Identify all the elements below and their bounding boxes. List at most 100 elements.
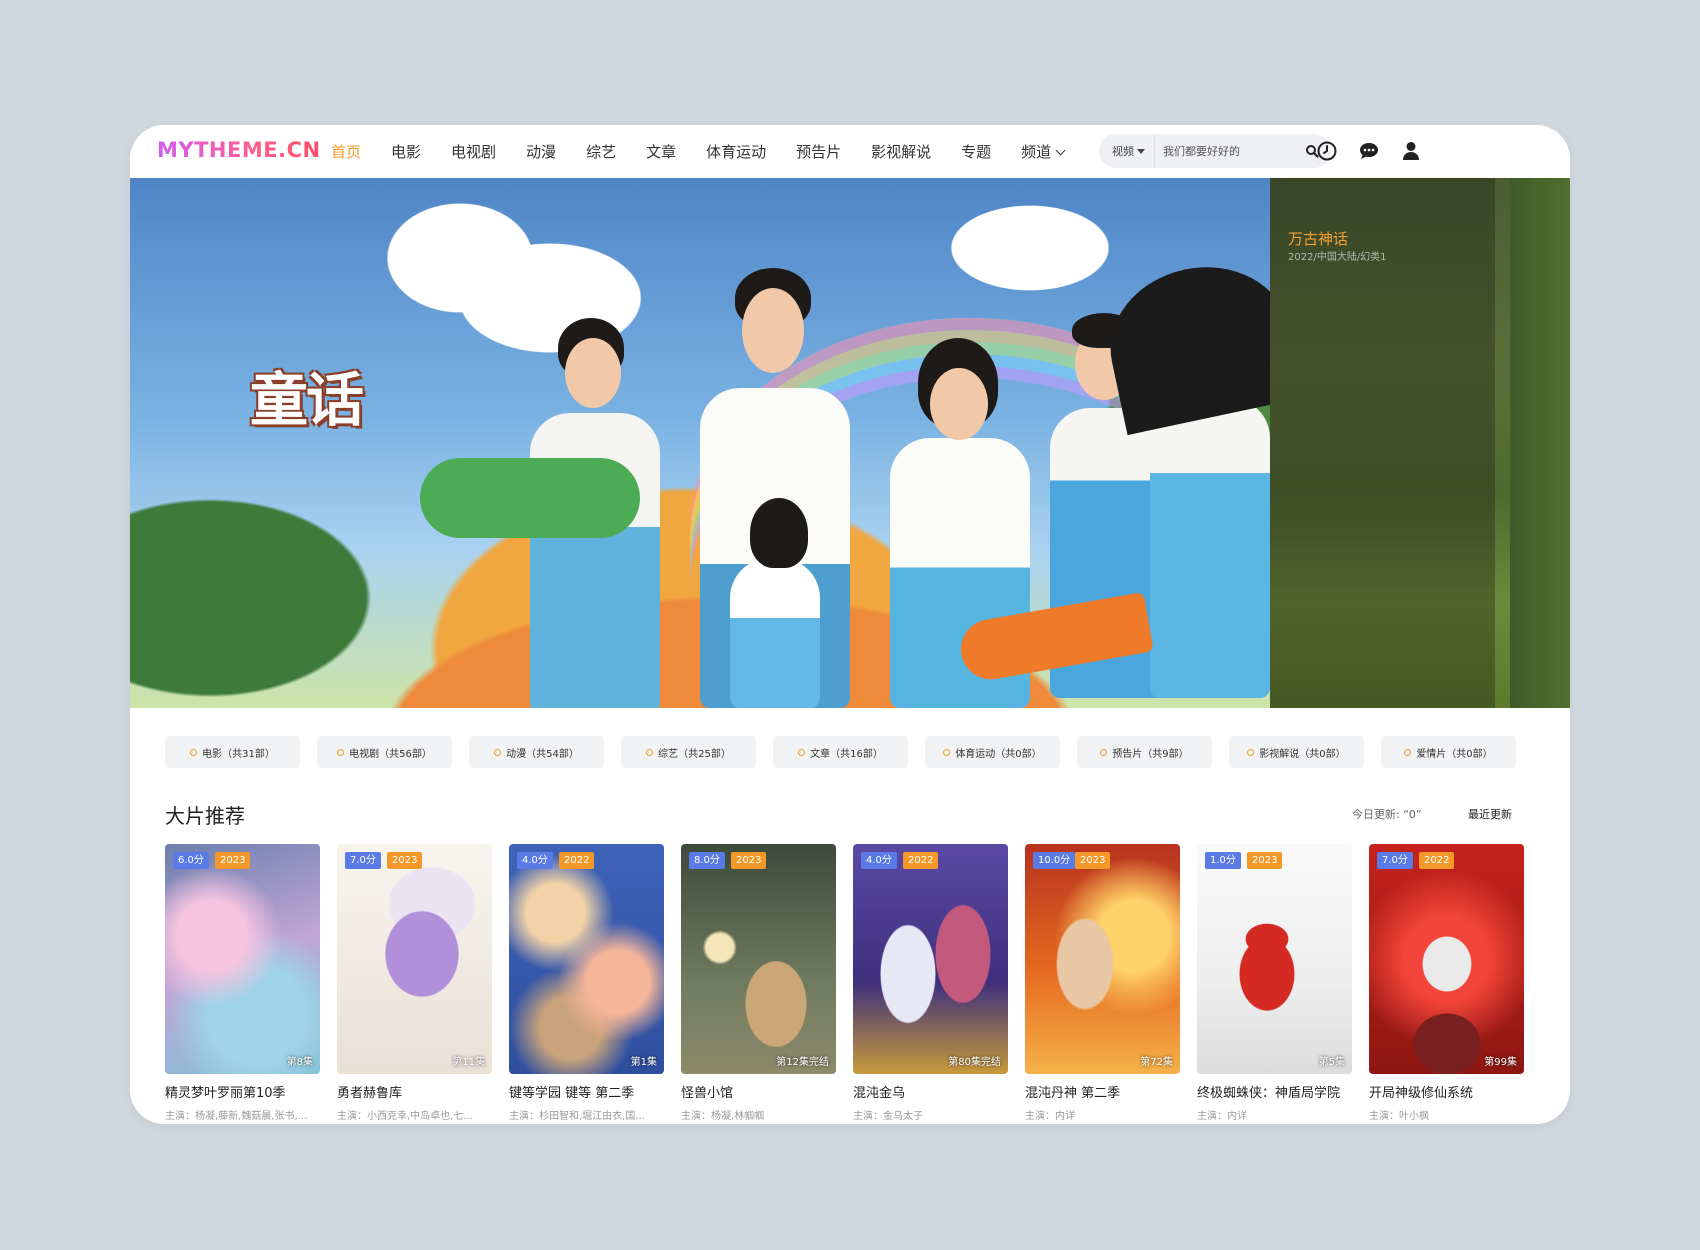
poster-image [337, 844, 492, 1074]
chat-icon[interactable] [1357, 139, 1381, 163]
search-category-select[interactable]: 视频 [1099, 143, 1154, 159]
circle-icon [798, 748, 806, 756]
category-romance[interactable]: 爱情片（共0部） [1381, 736, 1516, 768]
poster-image [509, 844, 664, 1074]
nav-tv[interactable]: 电视剧 [451, 141, 496, 162]
score-badge: 7.0分 [1377, 852, 1413, 869]
poster[interactable]: 1.0分 2023 第5集 [1197, 844, 1352, 1074]
nav-home[interactable]: 首页 [331, 141, 361, 162]
nav-variety[interactable]: 综艺 [586, 141, 616, 162]
card-title[interactable]: 开局神级修仙系统 [1369, 1082, 1524, 1101]
site-header: MYTHEME.CN 首页 电影 电视剧 动漫 综艺 文章 体育运动 预告片 影… [130, 125, 1570, 178]
search-input[interactable] [1155, 144, 1295, 158]
site-logo[interactable]: MYTHEME.CN [157, 138, 321, 162]
year-badge: 2023 [215, 852, 251, 869]
year-badge: 2022 [903, 852, 939, 869]
poster-image [165, 844, 320, 1074]
category-articles[interactable]: 文章（共16部） [773, 736, 908, 768]
score-badge: 7.0分 [345, 852, 381, 869]
circle-icon [646, 748, 654, 756]
card-title[interactable]: 终极蜘蛛侠：神盾局学院 [1197, 1082, 1352, 1101]
card-title[interactable]: 怪兽小馆 [681, 1082, 836, 1101]
poster[interactable]: 10.0分 2023 第72集 [1025, 844, 1180, 1074]
category-sports[interactable]: 体育运动（共0部） [925, 736, 1060, 768]
media-card[interactable]: 7.0分 2022 第99集 开局神级修仙系统 主演：叶小枫 [1369, 844, 1524, 1122]
tree-graphic [1510, 178, 1570, 708]
nav-channels[interactable]: 频道 [1021, 141, 1066, 162]
circle-icon [494, 748, 502, 756]
category-bar: 电影（共31部） 电视剧（共56部） 动漫（共54部） 综艺（共25部） 文章（… [165, 736, 1516, 768]
episode-label: 第99集 [1484, 1057, 1517, 1068]
year-badge: 2023 [1075, 852, 1111, 869]
score-badge: 1.0分 [1205, 852, 1241, 869]
card-cast: 主演：内详 [1025, 1111, 1075, 1122]
poster[interactable]: 6.0分 2023 第8集 [165, 844, 320, 1074]
card-title[interactable]: 混沌金乌 [853, 1082, 1008, 1101]
nav-topics[interactable]: 专题 [961, 141, 991, 162]
category-label: 预告片（共9部） [1112, 748, 1189, 760]
poster[interactable]: 7.0分 2022 第99集 [1369, 844, 1524, 1074]
nav-channels-label: 频道 [1021, 143, 1052, 161]
media-card[interactable]: 1.0分 2023 第5集 终极蜘蛛侠：神盾局学院 主演：内详 [1197, 844, 1352, 1122]
card-title[interactable]: 勇者赫鲁库 [337, 1082, 492, 1101]
poster-image [853, 844, 1008, 1074]
poster-image [1025, 844, 1180, 1074]
nav-anime[interactable]: 动漫 [526, 141, 556, 162]
year-badge: 2023 [1247, 852, 1283, 869]
recent-updates-link[interactable]: 最近更新 [1468, 806, 1512, 822]
year-badge: 2023 [387, 852, 423, 869]
card-title[interactable]: 精灵梦叶罗丽第10季 [165, 1082, 320, 1101]
category-movies[interactable]: 电影（共31部） [165, 736, 300, 768]
score-badge: 10.0分 [1033, 852, 1076, 869]
card-cast: 主演：杨凝,林帼帼 [681, 1111, 765, 1122]
nav-trailers[interactable]: 预告片 [796, 141, 841, 162]
episode-label: 第72集 [1140, 1057, 1173, 1068]
score-badge: 4.0分 [861, 852, 897, 869]
year-badge: 2023 [731, 852, 767, 869]
category-anime[interactable]: 动漫（共54部） [469, 736, 604, 768]
search-bar: 视频 [1099, 134, 1331, 168]
media-card[interactable]: 7.0分 2023 第11集 勇者赫鲁库 主演：小西克幸,中岛卓也,七... [337, 844, 492, 1122]
category-tv[interactable]: 电视剧（共56部） [317, 736, 452, 768]
nav-commentary[interactable]: 影视解说 [871, 141, 931, 162]
poster[interactable]: 4.0分 2022 第80集完结 [853, 844, 1008, 1074]
card-title[interactable]: 键等学园 键等 第二季 [509, 1082, 664, 1101]
caret-down-icon [1137, 149, 1145, 154]
media-card[interactable]: 8.0分 2023 第12集完结 怪兽小馆 主演：杨凝,林帼帼 [681, 844, 836, 1122]
category-commentary[interactable]: 影视解说（共0部） [1229, 736, 1364, 768]
today-updates: 今日更新: “0” [1352, 808, 1422, 821]
nav-movies[interactable]: 电影 [391, 141, 421, 162]
poster-image [681, 844, 836, 1074]
card-cast: 主演：杉田智和,堀江由衣,国... [509, 1111, 645, 1122]
episode-label: 第8集 [286, 1057, 313, 1068]
card-cast: 主演：小西克幸,中岛卓也,七... [337, 1111, 473, 1122]
category-label: 电影（共31部） [202, 748, 275, 760]
card-cast: 主演：金乌太子 [853, 1111, 923, 1122]
media-card[interactable]: 6.0分 2023 第8集 精灵梦叶罗丽第10季 主演：杨凝,藤新,魏菇晨,张书… [165, 844, 320, 1122]
hero-image[interactable]: 童话 [130, 178, 1304, 708]
search-category-label: 视频 [1112, 145, 1134, 158]
category-trailers[interactable]: 预告片（共9部） [1077, 736, 1212, 768]
category-label: 文章（共16部） [810, 748, 883, 760]
category-label: 电视剧（共56部） [349, 748, 432, 760]
show-logo: 童话 [250, 366, 364, 434]
category-label: 爱情片（共0部） [1416, 748, 1493, 760]
poster[interactable]: 7.0分 2023 第11集 [337, 844, 492, 1074]
media-card[interactable]: 4.0分 2022 第1集 键等学园 键等 第二季 主演：杉田智和,堀江由衣,国… [509, 844, 664, 1122]
poster[interactable]: 8.0分 2023 第12集完结 [681, 844, 836, 1074]
card-title[interactable]: 混沌丹神 第二季 [1025, 1082, 1180, 1101]
episode-label: 第5集 [1318, 1057, 1345, 1068]
featured-meta: 2022/中国大陆/幻类1 [1288, 252, 1387, 263]
year-badge: 2022 [1419, 852, 1455, 869]
hero-banner[interactable]: 童话 万古神话 2022/中国大陆/幻类1 [130, 178, 1570, 708]
media-card[interactable]: 10.0分 2023 第72集 混沌丹神 第二季 主演：内详 [1025, 844, 1180, 1122]
media-card[interactable]: 4.0分 2022 第80集完结 混沌金乌 主演：金乌太子 [853, 844, 1008, 1122]
clock-icon[interactable] [1315, 139, 1339, 163]
poster[interactable]: 4.0分 2022 第1集 [509, 844, 664, 1074]
nav-sports[interactable]: 体育运动 [706, 141, 766, 162]
nav-articles[interactable]: 文章 [646, 141, 676, 162]
chevron-down-icon [1055, 145, 1066, 156]
user-icon[interactable] [1399, 139, 1423, 163]
category-variety[interactable]: 综艺（共25部） [621, 736, 756, 768]
featured-title[interactable]: 万古神话 [1288, 228, 1348, 249]
